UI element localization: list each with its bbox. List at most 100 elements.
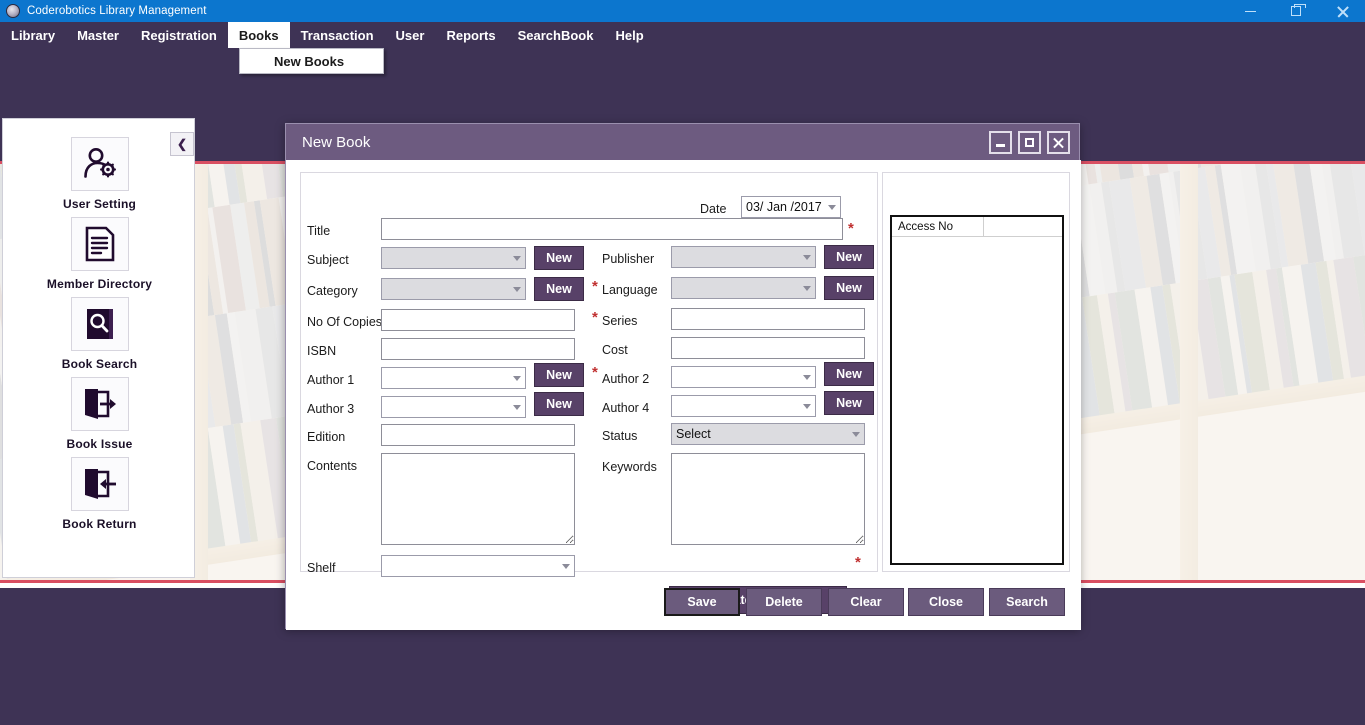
left-sidebar: ❮ User Setting: [2, 118, 195, 578]
dialog-minimize-button[interactable]: [989, 131, 1012, 154]
sidebar-item-label: User Setting: [3, 197, 196, 211]
author4-label: Author 4: [602, 401, 649, 415]
publisher-label: Publisher: [602, 252, 654, 266]
menu-item-searchbook[interactable]: SearchBook: [507, 22, 605, 48]
no-of-copies-required-star: *: [592, 310, 598, 325]
category-select[interactable]: [381, 278, 526, 300]
close-icon: [1053, 137, 1064, 148]
close-button[interactable]: Close: [908, 588, 984, 616]
author2-label: Author 2: [602, 372, 649, 386]
access-no-grid-header: Access No: [892, 217, 1062, 237]
date-picker[interactable]: 03/ Jan /2017: [741, 196, 841, 218]
cost-input[interactable]: [671, 337, 865, 359]
dialog-maximize-button[interactable]: [1018, 131, 1041, 154]
access-no-panel: Access No: [882, 172, 1070, 572]
category-label: Category: [307, 284, 358, 298]
date-label: Date: [700, 202, 726, 216]
minimize-icon: [996, 144, 1005, 147]
contents-textarea[interactable]: [381, 453, 575, 545]
menu-bar: Library Master Registration Books Transa…: [0, 22, 1365, 48]
dialog-title-bar: New Book: [286, 124, 1079, 160]
no-of-copies-input[interactable]: [381, 309, 575, 331]
menu-item-books[interactable]: Books: [228, 22, 290, 48]
chevron-down-icon: [803, 255, 811, 260]
access-no-column-header: Access No: [892, 217, 984, 236]
author1-select[interactable]: [381, 367, 526, 389]
edition-input[interactable]: [381, 424, 575, 446]
author1-new-button[interactable]: New: [534, 363, 584, 387]
chevron-down-icon: [513, 256, 521, 261]
language-new-button[interactable]: New: [824, 276, 874, 300]
window-minimize-button[interactable]: [1227, 0, 1273, 22]
category-new-button[interactable]: New: [534, 277, 584, 301]
author3-label: Author 3: [307, 402, 354, 416]
author4-new-button[interactable]: New: [824, 391, 874, 415]
close-icon: [1336, 5, 1349, 18]
chevron-down-icon: [562, 564, 570, 569]
publisher-new-button[interactable]: New: [824, 245, 874, 269]
chevron-down-icon: [803, 404, 811, 409]
sidebar-item-book-search[interactable]: Book Search: [3, 297, 196, 371]
generate-access-no-required-star: *: [855, 555, 861, 570]
chevron-down-icon: [803, 286, 811, 291]
save-button[interactable]: Save: [664, 588, 740, 616]
chevron-down-icon: [828, 205, 836, 210]
publisher-select[interactable]: [671, 246, 816, 268]
search-button[interactable]: Search: [989, 588, 1065, 616]
author1-label: Author 1: [307, 373, 354, 387]
subject-select[interactable]: [381, 247, 526, 269]
language-select[interactable]: [671, 277, 816, 299]
series-input[interactable]: [671, 308, 865, 330]
menu-item-registration[interactable]: Registration: [130, 22, 228, 48]
series-label: Series: [602, 314, 637, 328]
subject-new-button[interactable]: New: [534, 246, 584, 270]
chevron-down-icon: [513, 376, 521, 381]
menu-item-user[interactable]: User: [385, 22, 436, 48]
delete-button[interactable]: Delete: [746, 588, 822, 616]
isbn-label: ISBN: [307, 344, 336, 358]
clear-button[interactable]: Clear: [828, 588, 904, 616]
date-value: 03/ Jan /2017: [746, 200, 822, 214]
author2-select[interactable]: [671, 366, 816, 388]
author1-required-star: *: [592, 365, 598, 380]
cost-label: Cost: [602, 343, 628, 357]
contents-label: Contents: [307, 459, 357, 473]
book-issue-icon: [71, 377, 129, 431]
isbn-input[interactable]: [381, 338, 575, 360]
menu-item-transaction[interactable]: Transaction: [290, 22, 385, 48]
book-return-icon: [71, 457, 129, 511]
menu-dropdown-item-new-books[interactable]: New Books: [239, 48, 384, 74]
author3-select[interactable]: [381, 396, 526, 418]
category-required-star: *: [592, 279, 598, 294]
keywords-textarea[interactable]: [671, 453, 865, 545]
status-select[interactable]: Select: [671, 423, 865, 445]
title-label: Title: [307, 224, 330, 238]
sidebar-item-book-issue[interactable]: Book Issue: [3, 377, 196, 451]
sidebar-item-user-setting[interactable]: User Setting: [3, 137, 196, 211]
window-close-button[interactable]: [1319, 0, 1365, 22]
status-label: Status: [602, 429, 637, 443]
document-list-icon: [71, 217, 129, 271]
dialog-window-controls: [989, 131, 1079, 154]
access-no-grid[interactable]: Access No: [890, 215, 1064, 565]
sidebar-item-member-directory[interactable]: Member Directory: [3, 217, 196, 291]
sidebar-item-book-return[interactable]: Book Return: [3, 457, 196, 531]
dialog-close-button[interactable]: [1047, 131, 1070, 154]
menu-item-library[interactable]: Library: [0, 22, 66, 48]
book-form-panel: Date 03/ Jan /2017 Title * Subject New P…: [300, 172, 878, 572]
menu-item-reports[interactable]: Reports: [435, 22, 506, 48]
access-no-column-header-blank: [984, 217, 1062, 236]
menu-item-master[interactable]: Master: [66, 22, 130, 48]
sidebar-item-label: Book Return: [3, 517, 196, 531]
keywords-label: Keywords: [602, 460, 657, 474]
author2-new-button[interactable]: New: [824, 362, 874, 386]
menu-item-help[interactable]: Help: [604, 22, 654, 48]
dialog-title: New Book: [302, 134, 370, 151]
author3-new-button[interactable]: New: [534, 392, 584, 416]
app-logo-icon: [6, 4, 20, 18]
author4-select[interactable]: [671, 395, 816, 417]
window-maximize-button[interactable]: [1273, 0, 1319, 22]
title-input[interactable]: [381, 218, 843, 240]
shelf-select[interactable]: [381, 555, 575, 577]
app-title: Coderobotics Library Management: [27, 5, 207, 17]
